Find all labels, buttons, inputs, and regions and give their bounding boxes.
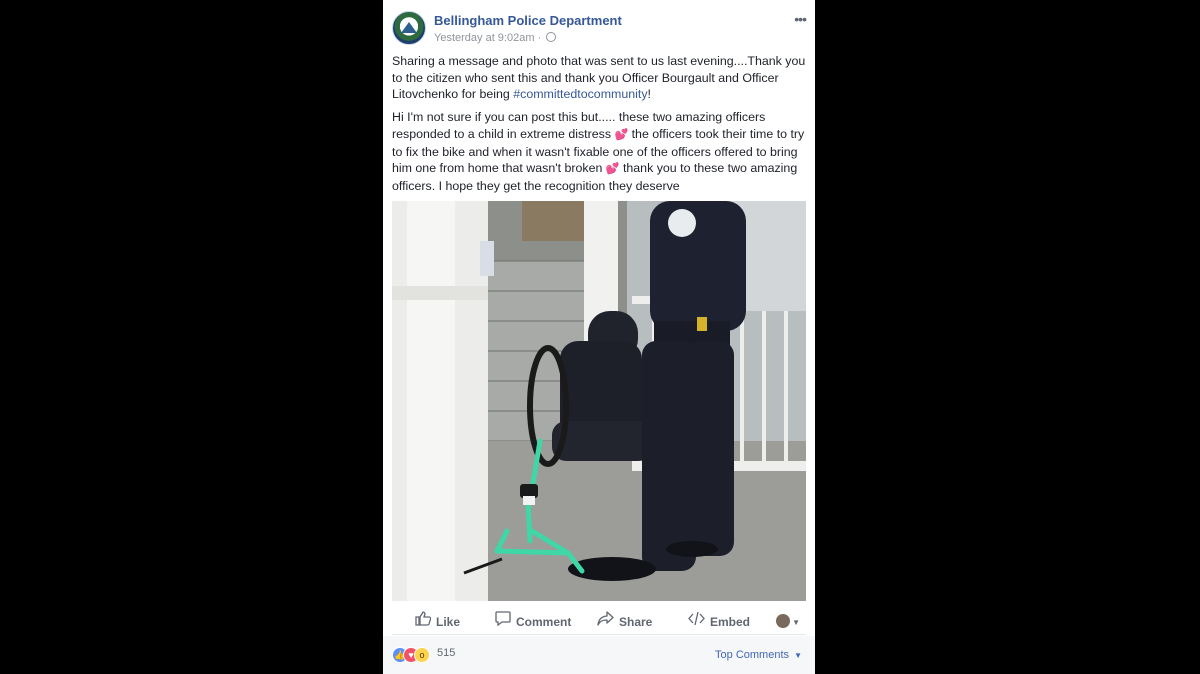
two-hearts-icon: 💕 [614,128,629,141]
wow-reaction-icon: o [414,647,430,663]
post-intro: Sharing a message and photo that was sen… [392,53,806,103]
page-name-link[interactable]: Bellingham Police Department [434,13,622,28]
facebook-post: Bellingham Police Department Yesterday a… [383,0,815,674]
photo-illustration [392,201,806,601]
top-comments-dropdown[interactable]: Top Comments ▼ [715,649,802,661]
logo-mountain-icon [401,22,417,33]
viewer-avatar [776,614,791,628]
top-comments-label: Top Comments [715,649,790,661]
post-header: Bellingham Police Department Yesterday a… [392,11,807,47]
thumbs-up-icon [415,611,431,626]
embed-label: Embed [710,615,751,629]
post-timestamp[interactable]: Yesterday at 9:02am [434,32,535,44]
share-label: Share [619,615,653,629]
page-avatar[interactable] [392,11,426,45]
like-button[interactable]: Like [415,611,460,629]
hashtag-link[interactable]: #committedtocommunity [513,87,647,101]
embed-button[interactable]: Embed [688,611,750,629]
like-label: Like [436,615,461,629]
intro-end: ! [647,87,651,102]
post-as-selector[interactable]: ▼ [776,612,800,630]
chevron-down-icon: ▼ [794,651,802,660]
globe-icon [546,32,557,42]
post-actions-bar: Like Comment Share Embed ▼ [392,604,806,635]
post-photo[interactable] [392,201,806,601]
post-body: Sharing a message and photo that was sen… [392,53,806,201]
meta-separator: · [537,32,545,44]
chevron-down-icon: ▼ [792,618,800,627]
post-footer: 👍 ♥ o 515 Top Comments ▼ [383,636,815,674]
comment-bubble-icon [495,611,511,626]
share-button[interactable]: Share [597,611,652,629]
post-options-button[interactable]: ••• [794,11,807,27]
post-message: Hi I'm not sure if you can post this but… [392,109,806,195]
share-arrow-icon [597,611,614,626]
two-hearts-icon: 💕 [605,163,620,176]
comment-label: Comment [516,615,572,629]
comment-button[interactable]: Comment [495,611,571,629]
reaction-count[interactable]: 515 [437,647,455,659]
code-icon [688,611,705,626]
post-meta: Yesterday at 9:02am · [434,32,557,44]
